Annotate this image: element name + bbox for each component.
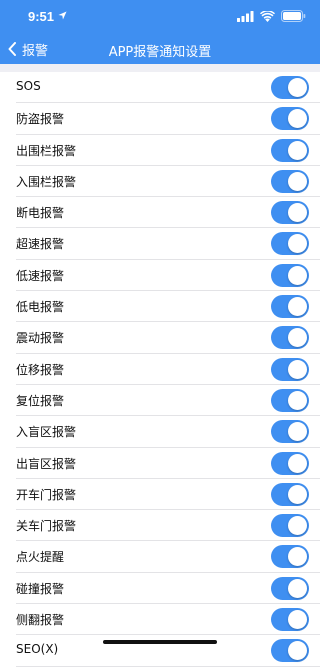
setting-row: 复位报警	[16, 385, 320, 417]
setting-label: 出围栏报警	[16, 143, 77, 158]
toggle-knob	[288, 453, 307, 473]
setting-row: 开车门报警	[16, 479, 320, 511]
setting-label: SOS	[16, 79, 41, 93]
setting-row: 点火提醒	[16, 541, 320, 573]
setting-row: 入围栏报警	[16, 166, 320, 198]
toggle-knob	[288, 422, 307, 442]
setting-row: 关车门报警	[16, 510, 320, 542]
toggle-knob	[288, 547, 307, 567]
toggle-knob	[288, 78, 307, 97]
setting-row: 碰撞报警	[16, 573, 320, 605]
setting-toggle[interactable]	[271, 639, 309, 663]
toggle-knob	[288, 390, 307, 410]
alarm-settings-list: SOS 防盗报警出围栏报警入围栏报警断电报警超速报警低速报警低电报警震动报警位移报…	[0, 72, 320, 667]
battery-icon	[281, 10, 306, 22]
toggle-knob	[288, 297, 307, 317]
section-spacer	[0, 64, 320, 72]
toggle-knob	[288, 359, 307, 379]
setting-label: 碰撞报警	[16, 581, 65, 596]
setting-label: 点火提醒	[16, 550, 65, 565]
toggle-knob	[288, 578, 307, 598]
setting-label: 断电报警	[16, 206, 65, 221]
page-title: APP报警通知设置	[108, 45, 212, 60]
toggle-knob	[288, 234, 307, 254]
setting-toggle[interactable]	[271, 514, 309, 538]
setting-toggle[interactable]	[271, 420, 309, 444]
home-indicator	[103, 640, 217, 644]
toggle-knob	[288, 484, 307, 504]
setting-label: SEO(X)	[16, 642, 59, 657]
setting-toggle[interactable]	[271, 138, 309, 162]
setting-toggle[interactable]	[271, 326, 309, 350]
setting-label: 开车门报警	[16, 487, 77, 502]
setting-row: 侧翻报警	[16, 604, 320, 636]
setting-label: 入盲区报警	[16, 425, 77, 440]
setting-label: 出盲区报警	[16, 456, 77, 471]
wifi-icon	[260, 10, 275, 22]
setting-toggle[interactable]	[271, 263, 309, 287]
cellular-signal-icon	[237, 10, 254, 22]
setting-row: 出盲区报警	[16, 448, 320, 479]
toggle-knob	[288, 109, 307, 129]
setting-row: 位移报警	[16, 354, 320, 385]
setting-label: 侧翻报警	[16, 613, 65, 628]
toggle-knob	[288, 171, 307, 191]
setting-row: 断电报警	[16, 197, 320, 229]
setting-toggle[interactable]	[271, 295, 309, 319]
toggle-knob	[288, 265, 307, 285]
setting-toggle[interactable]	[271, 608, 309, 632]
toggle-knob	[288, 140, 307, 160]
toggle-knob	[288, 203, 307, 223]
setting-toggle[interactable]	[271, 169, 309, 193]
setting-row: 低电报警	[16, 291, 320, 323]
setting-label: 入围栏报警	[16, 174, 77, 189]
setting-label: 位移报警	[16, 362, 65, 377]
setting-toggle[interactable]	[271, 357, 309, 381]
setting-label: 震动报警	[16, 331, 65, 346]
setting-toggle[interactable]	[271, 232, 309, 256]
setting-row: 超速报警	[16, 228, 320, 260]
setting-row: 入盲区报警	[16, 416, 320, 448]
toggle-knob	[288, 610, 307, 630]
toggle-knob	[288, 328, 307, 348]
setting-row: 出围栏报警	[16, 135, 320, 166]
setting-label: 低电报警	[16, 300, 65, 315]
location-arrow-icon	[58, 11, 67, 20]
setting-label: 复位报警	[16, 393, 65, 408]
navigation-bar: 报警 APP报警通知设置	[0, 34, 320, 64]
setting-label: 低速报警	[16, 268, 65, 283]
setting-label: 防盗报警	[16, 112, 65, 127]
status-time: 9:51	[28, 9, 55, 24]
setting-row: 震动报警	[16, 322, 320, 354]
setting-label: 关车门报警	[16, 519, 77, 534]
setting-row: 防盗报警	[16, 103, 320, 135]
toggle-knob	[288, 641, 307, 661]
setting-toggle[interactable]	[271, 76, 309, 99]
toggle-knob	[288, 516, 307, 536]
setting-toggle[interactable]	[271, 388, 309, 412]
setting-toggle[interactable]	[271, 576, 309, 600]
setting-toggle[interactable]	[271, 201, 309, 225]
setting-toggle[interactable]	[271, 545, 309, 569]
setting-toggle[interactable]	[271, 482, 309, 506]
setting-row: SOS	[16, 72, 320, 104]
setting-label: 超速报警	[16, 237, 65, 252]
setting-toggle[interactable]	[271, 107, 309, 131]
status-bar: 9:51	[0, 0, 320, 34]
setting-row: 低速报警	[16, 260, 320, 292]
setting-toggle[interactable]	[271, 451, 309, 475]
